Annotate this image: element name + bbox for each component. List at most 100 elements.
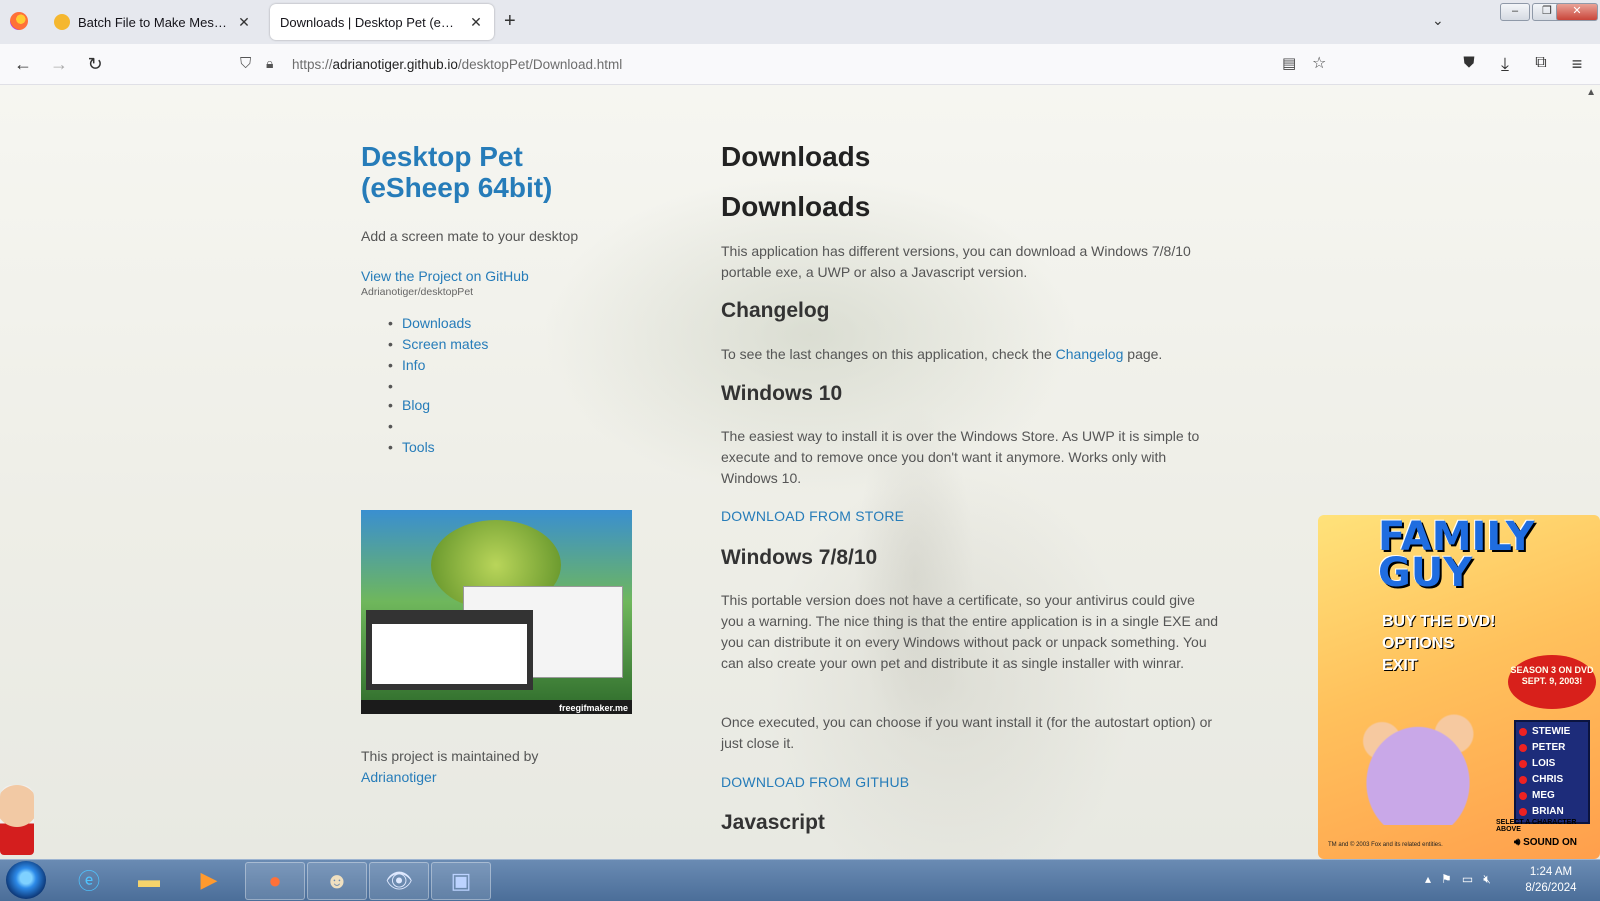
volume-muted-icon[interactable]: 🔇︎ [1483,872,1491,886]
character-chris[interactable]: CHRIS [1516,772,1588,788]
windows7810-heading: Windows 7/8/10 [721,546,878,569]
file-explorer-icon[interactable]: ▬ [120,862,178,898]
minimize-button[interactable]: – [1500,3,1530,21]
tab-batch-file[interactable]: Batch File to Make Message Bo ✕ [44,4,262,40]
family-artwork [1328,685,1508,825]
changelog-text: To see the last changes on this applicat… [721,344,1221,365]
sidebar-spacer [388,378,488,397]
reader-view-icon[interactable]: ▤ [1282,54,1296,72]
list-all-tabs-icon[interactable]: ⌄ [1432,12,1444,29]
app-taskbar-icon[interactable]: ▣ [431,862,491,900]
page-content: ▲ Desktop Pet (eSheep 64bit) Add a scree… [0,85,1600,859]
sound-label: SOUND ON [1523,837,1577,848]
sidebar-item-screen-mates[interactable]: Screen mates [388,336,488,357]
select-character-hint: SELECT A CHARACTER ABOVE [1496,819,1577,833]
character-lois[interactable]: LOIS [1516,756,1588,772]
tab-bar: Batch File to Make Message Bo ✕ Download… [0,0,1600,45]
new-tab-icon[interactable]: + [504,10,516,33]
tab-close-icon[interactable]: ✕ [468,14,484,31]
github-repo-label: Adrianotiger/desktopPet [361,286,474,298]
forward-icon[interactable]: → [48,54,70,75]
download-from-github-link[interactable]: DOWNLOAD FROM GITHUB [721,774,909,790]
maintainer-link[interactable]: Adrianotiger [361,769,437,785]
firefox-taskbar-icon[interactable]: ● [245,862,305,900]
close-window-button[interactable]: ✕ [1556,3,1598,21]
url-text[interactable]: https://adrianotiger.github.io/desktopPe… [292,57,622,72]
preview-window [366,610,533,690]
sidebar-item-empty[interactable] [388,418,488,439]
sound-toggle[interactable]: 🔊︎ SOUND ON [1514,837,1577,848]
extensions-icon[interactable]: ⧉ [1530,54,1552,72]
internet-explorer-icon[interactable]: ⓔ [60,862,118,898]
windows10-text: The easiest way to install it is over th… [721,428,1200,486]
pocket-icon[interactable]: ⛊ [1458,54,1480,71]
trademark-text: TM and © 2003 Fox and its related entiti… [1328,842,1443,848]
tab-favicon-icon [54,14,70,30]
changelog-text-after: page. [1123,346,1163,362]
buy-dvd-button[interactable]: BUY THE DVD! [1382,611,1496,633]
overlay-menu: BUY THE DVD! OPTIONS EXIT [1382,611,1496,677]
family-guy-logo: FAMILY GUY [1378,515,1535,596]
season-badge: SEASON 3 ON DVD SEPT. 9, 2003! [1508,655,1596,709]
bookmark-star-icon[interactable]: ☆ [1312,53,1326,73]
tab-close-icon[interactable]: ✕ [236,14,252,31]
reload-icon[interactable]: ↻ [84,54,106,75]
changelog-text-before: To see the last changes on this applicat… [721,346,1056,362]
github-project-link[interactable]: View the Project on GitHub [361,268,529,284]
lock-icon[interactable]: 🔒︎ [266,55,273,72]
maintained-by-text: This project is maintained by [361,748,539,764]
windows7810-text2: Once executed, you can choose if you wan… [721,714,1213,751]
system-tray: ▴ ⚑ ▭ 🔇︎ [1425,872,1491,887]
intro-text: This application has different versions,… [721,243,1191,280]
family-guy-overlay[interactable]: FAMILY GUY BUY THE DVD! OPTIONS EXIT SEA… [1318,515,1600,859]
url-host: adrianotiger.github.io [332,56,458,72]
character-meg[interactable]: MEG [1516,788,1588,804]
windows7810-text: This portable version does not have a ce… [721,592,1219,671]
tab-title: Batch File to Make Message Bo [78,14,230,30]
clock-time: 1:24 AM [1529,866,1573,878]
windows-taskbar: ⓔ ▬ ▶ ● ☻ 👁︎ ▣ ▴ ⚑ ▭ 🔇︎ 1:24 AM 8/26/202… [0,859,1600,901]
javascript-heading: Javascript [721,811,825,834]
back-icon[interactable]: ← [12,54,34,75]
windows10-heading: Windows 10 [721,382,843,405]
site-description: Add a screen mate to your desktop [361,228,579,244]
options-button[interactable]: OPTIONS [1382,633,1496,655]
downloads-icon[interactable]: ⤓ [1494,54,1516,75]
tab-title: Downloads | Desktop Pet (eSheep 6 [280,14,462,30]
scroll-up-arrow-icon[interactable]: ▲ [1586,87,1596,98]
media-player-icon[interactable]: ▶ [180,862,238,898]
flag-icon[interactable]: ⚑ [1441,872,1452,886]
character-stewie[interactable]: STEWIE [1516,724,1588,740]
navigation-bar: ← → ↻ ⛉ 🔒︎ https://adrianotiger.github.i… [0,44,1600,85]
sidebar-item-info[interactable]: Info [388,357,488,378]
page-title: Downloads [721,141,871,172]
sidebar-item-tools[interactable]: Tools [388,439,488,460]
changelog-heading: Changelog [721,299,830,322]
url-path: /desktopPet/Download.html [457,56,623,72]
sidebar-item-downloads[interactable]: Downloads [388,315,488,336]
url-bar[interactable]: ⛉ 🔒︎ https://adrianotiger.github.io/desk… [232,49,1332,79]
clock-date: 8/26/2024 [1525,882,1577,894]
eyes-taskbar-icon[interactable]: 👁︎ [369,862,429,900]
speaker-icon: 🔊︎ [1514,837,1521,848]
sidebar-nav: Downloads Screen mates Info Blog Tools [388,315,488,460]
start-button[interactable] [6,861,46,899]
character-brian[interactable]: BRIAN [1516,804,1588,820]
family-guy-taskbar-icon[interactable]: ☻ [307,862,367,900]
tray-expand-icon[interactable]: ▴ [1425,872,1431,886]
site-title[interactable]: Desktop Pet (eSheep 64bit) [361,141,621,203]
url-scheme: https:// [292,56,333,72]
firefox-icon[interactable] [10,12,28,30]
character-peter[interactable]: PETER [1516,740,1588,756]
preview-image: freegifmaker.me [361,510,632,714]
sidebar-item-blog[interactable]: Blog [388,397,488,418]
menu-icon[interactable]: ≡ [1566,54,1588,75]
clock[interactable]: 1:24 AM 8/26/2024 [1516,864,1586,896]
network-icon[interactable]: ▭ [1462,872,1473,886]
shield-icon[interactable]: ⛉ [240,55,251,72]
changelog-link[interactable]: Changelog [1056,346,1124,362]
stewie-desktop-pet[interactable] [0,785,34,855]
tab-downloads[interactable]: Downloads | Desktop Pet (eSheep 6 ✕ [270,4,494,40]
download-from-store-link[interactable]: DOWNLOAD FROM STORE [721,508,904,524]
exit-button[interactable]: EXIT [1382,655,1496,677]
